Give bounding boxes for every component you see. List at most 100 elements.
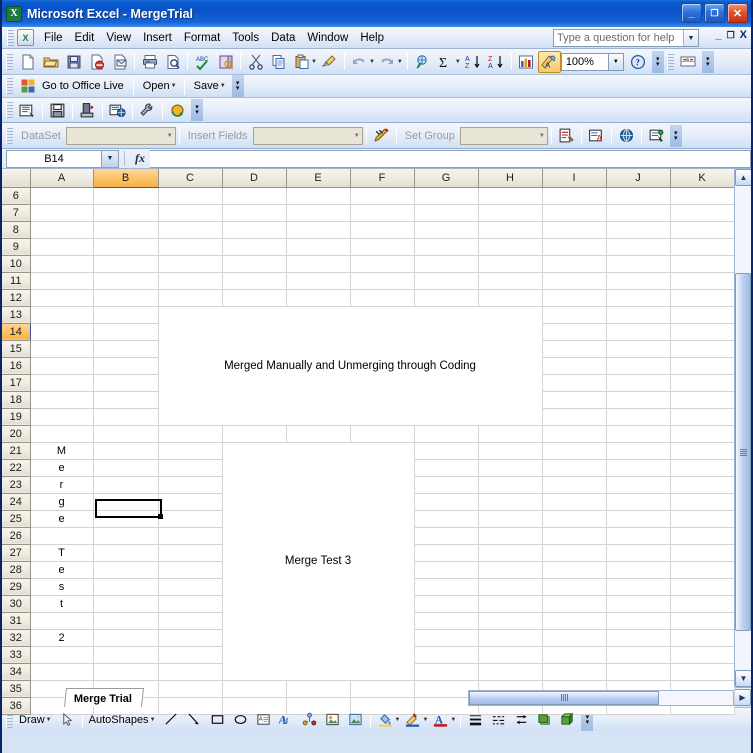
cell-H11[interactable] xyxy=(478,272,543,290)
row-header-19[interactable]: 19 xyxy=(2,408,31,426)
new-icon[interactable] xyxy=(16,51,39,73)
cell-K8[interactable] xyxy=(670,221,735,239)
cell-A9[interactable] xyxy=(30,238,94,256)
cell-H27[interactable] xyxy=(478,544,543,562)
cell-E20[interactable] xyxy=(286,425,351,443)
cell-H24[interactable] xyxy=(478,493,543,511)
report-toolbar-options-icon[interactable]: ▾ ▾ xyxy=(191,99,203,121)
name-box-dropdown-icon[interactable]: ▼ xyxy=(102,149,119,168)
cell-F6[interactable] xyxy=(350,187,415,205)
cell-J20[interactable] xyxy=(606,425,671,443)
cell-J13[interactable] xyxy=(606,306,671,324)
cell-E35[interactable] xyxy=(286,680,351,698)
open-icon[interactable] xyxy=(39,51,62,73)
cell-K33[interactable] xyxy=(670,646,735,664)
cell-J33[interactable] xyxy=(606,646,671,664)
vertical-scroll-thumb[interactable] xyxy=(735,273,751,632)
cell-A32[interactable]: 2 xyxy=(30,629,94,647)
cell-I15[interactable] xyxy=(542,340,607,358)
cell-I21[interactable] xyxy=(542,442,607,460)
cell-I19[interactable] xyxy=(542,408,607,426)
column-header-g[interactable]: G xyxy=(414,169,479,188)
cell-B14[interactable] xyxy=(93,323,159,341)
cell-J23[interactable] xyxy=(606,476,671,494)
permission-icon[interactable] xyxy=(85,51,108,73)
row-header-32[interactable]: 32 xyxy=(2,629,31,647)
cell-B20[interactable] xyxy=(93,425,159,443)
cell-H34[interactable] xyxy=(478,663,543,681)
cell-J24[interactable] xyxy=(606,493,671,511)
cell-B29[interactable] xyxy=(93,578,159,596)
column-header-h[interactable]: H xyxy=(478,169,543,188)
cell-B17[interactable] xyxy=(93,374,159,392)
cell-C24[interactable] xyxy=(158,493,223,511)
cell-B9[interactable] xyxy=(93,238,159,256)
cell-G23[interactable] xyxy=(414,476,479,494)
cell-G31[interactable] xyxy=(414,612,479,630)
cell-K25[interactable] xyxy=(670,510,735,528)
cell-I17[interactable] xyxy=(542,374,607,392)
cell-H9[interactable] xyxy=(478,238,543,256)
preview-icon[interactable]: A xyxy=(585,125,608,147)
row-header-30[interactable]: 30 xyxy=(2,595,31,613)
cell-A26[interactable] xyxy=(30,527,94,545)
cut-icon[interactable] xyxy=(244,51,267,73)
cell-A7[interactable] xyxy=(30,204,94,222)
cell-G12[interactable] xyxy=(414,289,479,307)
cell-K20[interactable] xyxy=(670,425,735,443)
cell-K26[interactable] xyxy=(670,527,735,545)
zoom-dropdown-icon[interactable]: ▼ xyxy=(608,52,624,71)
office-live-icon[interactable] xyxy=(16,75,39,97)
cell-H22[interactable] xyxy=(478,459,543,477)
cell-B32[interactable] xyxy=(93,629,159,647)
cell-A28[interactable]: e xyxy=(30,561,94,579)
cell-H25[interactable] xyxy=(478,510,543,528)
cell-F7[interactable] xyxy=(350,204,415,222)
cell-A27[interactable]: T xyxy=(30,544,94,562)
cell-H12[interactable] xyxy=(478,289,543,307)
row-header-34[interactable]: 34 xyxy=(2,663,31,681)
cell-F10[interactable] xyxy=(350,255,415,273)
row-header-23[interactable]: 23 xyxy=(2,476,31,494)
row-header-25[interactable]: 25 xyxy=(2,510,31,528)
cell-I26[interactable] xyxy=(542,527,607,545)
cell-A15[interactable] xyxy=(30,340,94,358)
cell-G6[interactable] xyxy=(414,187,479,205)
cell-G24[interactable] xyxy=(414,493,479,511)
row-header-20[interactable]: 20 xyxy=(2,425,31,443)
dataset-toolbar-grip[interactable] xyxy=(6,127,13,144)
cell-B8[interactable] xyxy=(93,221,159,239)
format-painter-icon[interactable] xyxy=(318,51,341,73)
sheet-tab-merge-trial[interactable]: Merge Trial xyxy=(64,688,145,707)
arrow-select-icon[interactable] xyxy=(56,709,79,731)
cell-J18[interactable] xyxy=(606,391,671,409)
scroll-down-button[interactable]: ▼ xyxy=(735,670,751,687)
cell-I16[interactable] xyxy=(542,357,607,375)
cell-E9[interactable] xyxy=(286,238,351,256)
research-icon[interactable] xyxy=(214,51,237,73)
cell-J15[interactable] xyxy=(606,340,671,358)
cell-I10[interactable] xyxy=(542,255,607,273)
horizontal-scroll-thumb[interactable] xyxy=(469,690,660,705)
row-header-12[interactable]: 12 xyxy=(2,289,31,307)
cell-K17[interactable] xyxy=(670,374,735,392)
cell-D12[interactable] xyxy=(222,289,287,307)
cell-F8[interactable] xyxy=(350,221,415,239)
cell-C12[interactable] xyxy=(158,289,223,307)
rectangle-icon[interactable] xyxy=(206,709,229,731)
cell-G20[interactable] xyxy=(414,425,479,443)
column-header-k[interactable]: K xyxy=(670,169,735,188)
save-report-icon[interactable] xyxy=(46,99,69,121)
fill-color-icon[interactable] xyxy=(374,709,397,731)
cell-K9[interactable] xyxy=(670,238,735,256)
cell-I13[interactable] xyxy=(542,306,607,324)
help-search-input[interactable]: Type a question for help ▼ xyxy=(553,29,699,47)
cell-K29[interactable] xyxy=(670,578,735,596)
cell-J22[interactable] xyxy=(606,459,671,477)
merge-cells-icon[interactable]: a xyxy=(677,51,700,73)
help-icon[interactable]: ? xyxy=(627,51,650,73)
row-header-24[interactable]: 24 xyxy=(2,493,31,511)
row-header-17[interactable]: 17 xyxy=(2,374,31,392)
line-style-icon[interactable] xyxy=(464,709,487,731)
cell-C34[interactable] xyxy=(158,663,223,681)
